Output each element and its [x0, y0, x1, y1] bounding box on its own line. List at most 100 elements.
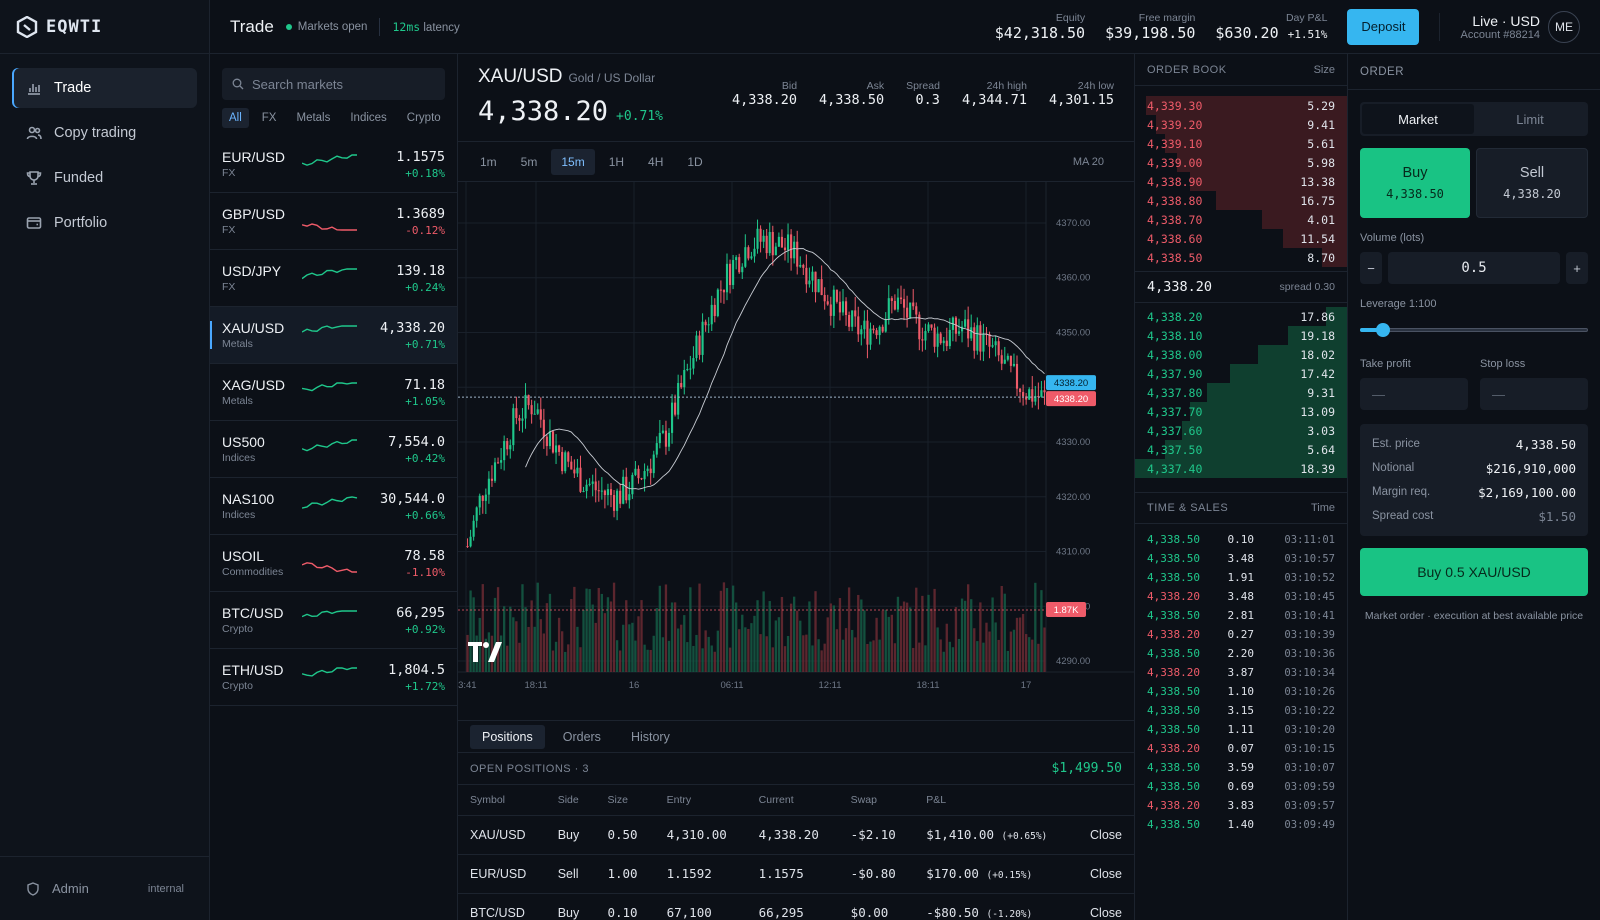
watchlist-row[interactable]: XAG/USD Metals 71.18 +1.05% — [210, 364, 457, 421]
filter-indices[interactable]: Indices — [343, 108, 393, 128]
nav-item-portfolio[interactable]: Portfolio — [12, 203, 197, 243]
bid-row[interactable]: 4,337.80 9.31 — [1135, 383, 1347, 402]
watchlist-row[interactable]: ETH/USD Crypto 1,804.5 +1.72% — [210, 649, 457, 706]
timeframe-5m[interactable]: 5m — [511, 149, 548, 175]
ask-row[interactable]: 4,338.80 16.75 — [1135, 191, 1347, 210]
tab-orders[interactable]: Orders — [551, 725, 613, 749]
open-positions-header: OPEN POSITIONS · 3 $1,499.50 — [458, 753, 1134, 785]
column-header: Swap — [838, 785, 915, 816]
avatar[interactable]: ME — [1548, 10, 1580, 43]
candle-body — [1040, 390, 1043, 397]
volume-bar — [948, 641, 952, 672]
close-position-button[interactable]: Close — [1072, 854, 1134, 894]
bid-row[interactable]: 4,337.70 13.09 — [1135, 402, 1347, 421]
bid-row[interactable]: 4,338.10 19.18 — [1135, 326, 1347, 345]
position-row[interactable]: BTC/USD Buy 0.10 67,100 66,295 $0.00 -$80.50 (… — [458, 893, 1134, 920]
column-header — [1072, 785, 1134, 816]
volume-bar — [588, 589, 591, 672]
candle-body — [786, 234, 790, 251]
ask-row[interactable]: 4,338.90 13.38 — [1135, 172, 1347, 191]
search-input[interactable]: Search markets — [222, 68, 445, 100]
watchlist-row[interactable]: USD/JPY FX 139.18 +0.24% — [210, 250, 457, 307]
price-chart[interactable]: 4370.004360.004350.004340.004330.004320.… — [458, 182, 1134, 712]
trade-price: 4,338.20 — [1147, 799, 1200, 812]
ask-row[interactable]: 4,339.30 5.29 — [1135, 96, 1347, 115]
ask-row[interactable]: 4,338.60 11.54 — [1135, 229, 1347, 248]
bid-row[interactable]: 4,338.20 17.86 — [1135, 307, 1347, 326]
candle-body — [1043, 390, 1046, 393]
account-info[interactable]: Live · USD Account #88214 — [1439, 12, 1540, 41]
candle-body — [475, 507, 478, 521]
leverage-slider[interactable] — [1360, 322, 1588, 338]
buy-side-button[interactable]: Buy 4,338.50 — [1360, 148, 1470, 218]
position-swap: -$2.10 — [838, 815, 915, 855]
close-position-button[interactable]: Close — [1072, 815, 1134, 855]
volume-bar — [747, 628, 750, 672]
tab-positions[interactable]: Positions — [470, 724, 545, 749]
watchlist-row[interactable]: USOIL Commodities 78.58 -1.10% — [210, 535, 457, 592]
close-position-button[interactable]: Close — [1072, 893, 1134, 920]
candle-body — [490, 478, 494, 481]
trade-time: 03:10:36 — [1284, 647, 1335, 660]
volume-bar — [866, 643, 869, 672]
submit-order-button[interactable]: Buy 0.5 XAU/USD — [1360, 548, 1588, 596]
nav-item-funded[interactable]: Funded — [12, 158, 197, 198]
volume-bar — [808, 601, 811, 672]
volume-bar — [725, 588, 729, 672]
bid-row[interactable]: 4,337.90 17.42 — [1135, 364, 1347, 383]
bid-row[interactable]: 4,337.50 5.64 — [1135, 440, 1347, 459]
bid-row[interactable]: 4,337.60 3.03 — [1135, 421, 1347, 440]
timeframe-1h[interactable]: 1H — [599, 149, 634, 175]
orderbook-mid: 4,338.20 spread 0.30 — [1135, 271, 1347, 303]
position-row[interactable]: XAU/USD Buy 0.50 4,310.00 4,338.20 -$2.10 $1,4… — [458, 815, 1134, 855]
watchlist-row[interactable]: XAU/USD Metals 4,338.20 +0.71% — [210, 307, 457, 364]
market-order-tab[interactable]: Market — [1362, 104, 1474, 134]
deposit-button[interactable]: Deposit — [1347, 8, 1420, 45]
volume-input[interactable]: 0.5 — [1388, 252, 1560, 284]
nav-item-copy-trading[interactable]: Copy trading — [12, 113, 197, 153]
volume-bar — [811, 645, 814, 672]
bid-row[interactable]: 4,337.40 18.39 — [1135, 459, 1347, 478]
volume-bar — [573, 586, 576, 672]
order-title: ORDER — [1348, 54, 1600, 90]
ask-row[interactable]: 4,339.20 9.41 — [1135, 115, 1347, 134]
watchlist-row[interactable]: EUR/USD FX 1.1575 +0.18% — [210, 136, 457, 193]
admin-link[interactable]: Admin internal — [0, 856, 210, 920]
timeframe-1m[interactable]: 1m — [470, 149, 507, 175]
sell-side-button[interactable]: Sell 4,338.20 — [1476, 148, 1588, 218]
ask-row[interactable]: 4,339.10 5.61 — [1135, 134, 1347, 153]
tab-history[interactable]: History — [619, 725, 682, 749]
ask-row[interactable]: 4,338.50 8.70 — [1135, 248, 1347, 267]
bid-row[interactable]: 4,338.00 18.02 — [1135, 345, 1347, 364]
filter-crypto[interactable]: Crypto — [400, 108, 448, 128]
watchlist-category: FX — [222, 167, 236, 179]
filter-fx[interactable]: FX — [255, 108, 284, 128]
ask-row[interactable]: 4,339.00 5.98 — [1135, 153, 1347, 172]
watchlist-row[interactable]: GBP/USD FX 1.3689 -0.12% — [210, 193, 457, 250]
indicator-label[interactable]: MA 20 — [1063, 150, 1114, 174]
filter-metals[interactable]: Metals — [289, 108, 337, 128]
trade-row: 4,338.50 3.59 03:10:07 — [1135, 758, 1347, 777]
filter-all[interactable]: All — [222, 108, 249, 128]
volume-decrease-button[interactable]: − — [1360, 252, 1382, 284]
volume-bar — [814, 591, 817, 672]
take-profit-input[interactable]: — — [1360, 378, 1468, 410]
nav-item-trade[interactable]: Trade — [12, 68, 197, 108]
limit-order-tab[interactable]: Limit — [1474, 104, 1586, 134]
watchlist-row[interactable]: US500 Indices 7,554.0 +0.42% — [210, 421, 457, 478]
candle-body — [762, 235, 765, 242]
watchlist-row[interactable]: NAS100 Indices 30,544.0 +0.66% — [210, 478, 457, 535]
timeframe-1d[interactable]: 1D — [677, 149, 712, 175]
low-value: 4,301.15 — [1048, 92, 1114, 108]
leverage-slider-handle[interactable] — [1375, 323, 1390, 337]
volume-increase-button[interactable]: + — [1566, 252, 1588, 284]
position-row[interactable]: EUR/USD Sell 1.00 1.1592 1.1575 -$0.80 $170.00… — [458, 854, 1134, 894]
ask-row[interactable]: 4,338.70 4.01 — [1135, 210, 1347, 229]
stop-loss-input[interactable]: — — [1480, 378, 1588, 410]
volume-bar — [716, 630, 720, 672]
watchlist-row[interactable]: BTC/USD Crypto 66,295 +0.92% — [210, 592, 457, 649]
volume-bar — [649, 649, 652, 672]
timeframe-15m[interactable]: 15m — [551, 148, 595, 175]
candle-body — [906, 307, 909, 318]
timeframe-4h[interactable]: 4H — [638, 149, 673, 175]
